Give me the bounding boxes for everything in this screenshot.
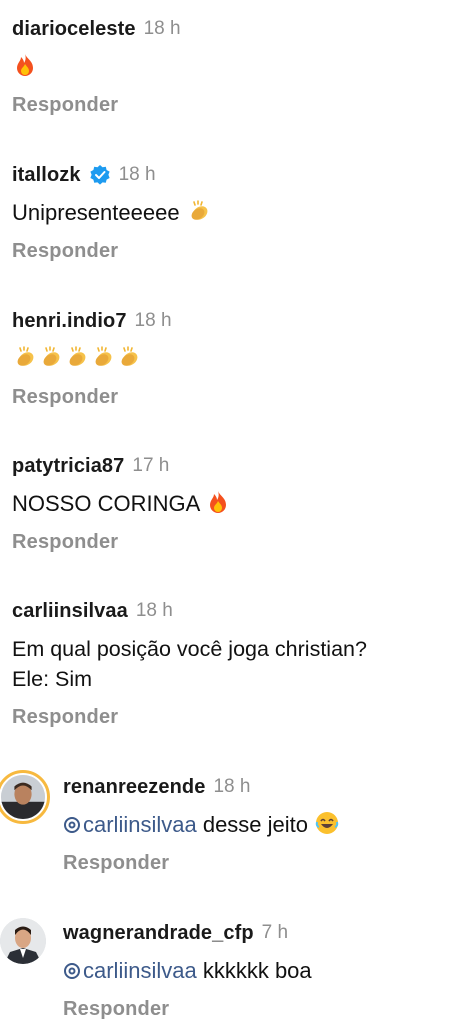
comment: patytricia87 17 h NOSSO CORINGA Responde… <box>12 453 461 554</box>
timestamp: 18 h <box>213 776 251 797</box>
fire-icon <box>17 54 33 76</box>
comment-body-line: Em qual posição você joga christian? <box>12 637 367 661</box>
avatar[interactable] <box>0 918 46 964</box>
comment-text <box>12 52 461 82</box>
reply-button[interactable]: Responder <box>12 386 461 409</box>
reply-button[interactable]: Responder <box>63 998 458 1021</box>
username[interactable]: carliinsilvaa <box>12 600 128 623</box>
clap-icon <box>17 346 34 366</box>
reply-button[interactable]: Responder <box>63 852 458 875</box>
mention-link[interactable]: carliinsilvaa <box>63 958 197 983</box>
verified-badge-icon <box>89 165 110 185</box>
user-photo <box>1 775 45 819</box>
reply-body: wagnerandrade_cfp 7 h carliinsilvaa kkkk… <box>63 920 458 1021</box>
comment-body: desse jeito <box>196 812 315 837</box>
user-photo <box>0 918 46 964</box>
comment: diarioceleste 18 h Responder <box>12 16 461 117</box>
comment-body: Unipresenteeeee <box>12 200 180 225</box>
reply-button[interactable]: Responder <box>12 94 461 117</box>
reply-button[interactable]: Responder <box>12 706 461 729</box>
avatar[interactable] <box>0 770 50 824</box>
timestamp: 18 h <box>134 310 172 331</box>
clap-icon <box>121 346 138 366</box>
username[interactable]: itallozk <box>12 164 81 187</box>
clap-icon <box>191 200 208 220</box>
comment-text: Em qual posição você joga christian? Ele… <box>12 634 461 694</box>
comment-text: carliinsilvaa kkkkkk boa <box>63 956 458 986</box>
timestamp: 7 h <box>261 922 289 943</box>
reply-body: renanreezende 18 h carliinsilvaa desse j… <box>63 774 458 875</box>
mention-username: carliinsilvaa <box>83 958 197 983</box>
laugh-icon <box>315 812 339 834</box>
threads-mention-icon <box>64 963 80 979</box>
comment-body: NOSSO CORINGA <box>12 491 200 516</box>
comment-text: NOSSO CORINGA <box>12 489 461 519</box>
reply-button[interactable]: Responder <box>12 531 461 554</box>
timestamp: 17 h <box>132 455 170 476</box>
username[interactable]: wagnerandrade_cfp <box>63 922 254 945</box>
comment-text: carliinsilvaa desse jeito <box>63 810 458 840</box>
comment-text <box>12 344 461 374</box>
fire-icon <box>210 491 227 513</box>
comment: carliinsilvaa 18 h Em qual posição você … <box>12 598 461 729</box>
clap-icon <box>69 346 86 366</box>
timestamp: 18 h <box>143 18 181 39</box>
reply-button[interactable]: Responder <box>12 240 461 263</box>
mention-link[interactable]: carliinsilvaa <box>63 812 197 837</box>
username[interactable]: henri.indio7 <box>12 310 127 333</box>
clap-icon <box>43 346 60 366</box>
clap-icon <box>95 346 112 366</box>
timestamp: 18 h <box>135 600 173 621</box>
threads-mention-icon <box>64 817 80 833</box>
username[interactable]: renanreezende <box>63 776 205 799</box>
username[interactable]: diarioceleste <box>12 18 136 41</box>
comment-text: Unipresenteeeee <box>12 198 461 228</box>
comment: itallozk 18 h Unipresenteeeee Responder <box>12 162 461 263</box>
mention-username: carliinsilvaa <box>83 812 197 837</box>
timestamp: 18 h <box>118 164 156 185</box>
comment-body-line: Ele: Sim <box>12 667 93 691</box>
comment-body: kkkkkk boa <box>196 958 312 983</box>
username[interactable]: patytricia87 <box>12 455 124 478</box>
comment: henri.indio7 18 h Responder <box>12 308 461 409</box>
